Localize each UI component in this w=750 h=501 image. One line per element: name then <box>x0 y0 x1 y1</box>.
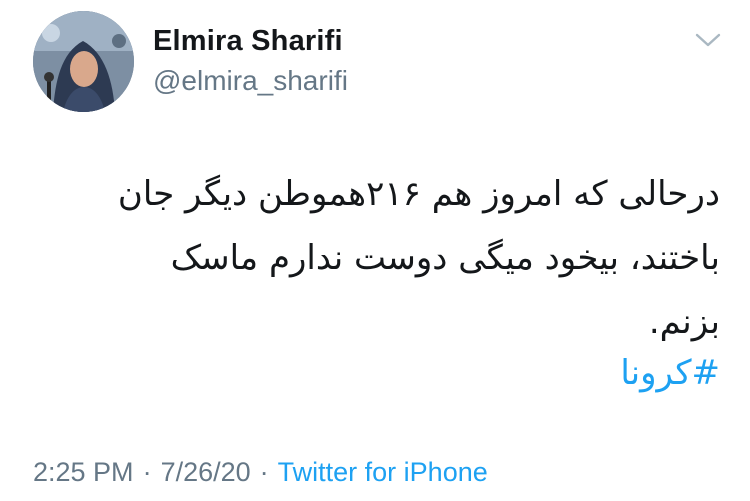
tweet-time[interactable]: 2:25 PM <box>33 457 134 487</box>
tweet-meta: 2:25 PM · 7/26/20 · Twitter for iPhone <box>33 457 488 488</box>
tweet-card: Elmira Sharifi @elmira_sharifi درحالی که… <box>0 0 750 501</box>
hashtag-link[interactable]: #کرونا <box>40 341 720 405</box>
tweet-source-link[interactable]: Twitter for iPhone <box>278 457 488 487</box>
avatar[interactable] <box>33 11 134 112</box>
tweet-date[interactable]: 7/26/20 <box>161 457 251 487</box>
meta-separator: · <box>259 457 269 487</box>
tweet-text: درحالی که امروز هم ۲۱۶هموطن دیگر جان باخ… <box>40 162 720 354</box>
display-name[interactable]: Elmira Sharifi <box>153 25 343 58</box>
user-handle[interactable]: @elmira_sharifi <box>153 65 348 97</box>
tweet-text-line: باختند، بیخود میگی دوست ندارم ماسک <box>170 238 720 278</box>
tweet-text-line: درحالی که امروز هم ۲۱۶هموطن دیگر جان <box>117 174 720 214</box>
chevron-down-icon[interactable] <box>694 30 722 50</box>
meta-separator: · <box>142 457 152 487</box>
